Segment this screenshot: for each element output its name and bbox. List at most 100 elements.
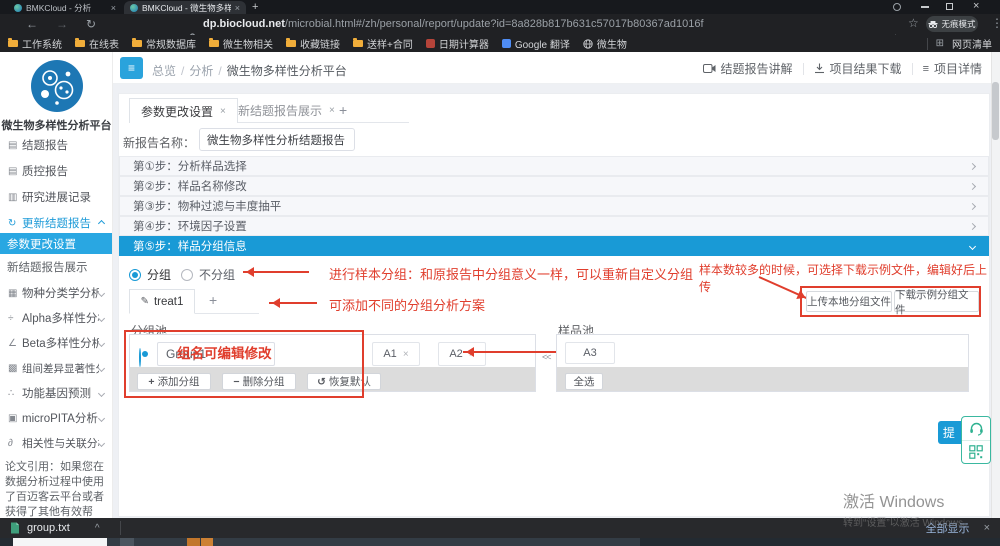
tab-close-icon[interactable]: × [111, 3, 116, 13]
sidebar-item-group-difference[interactable]: ▩组间差异显著性分析 [0, 356, 113, 380]
taskbar-app-button[interactable] [201, 538, 213, 546]
remove-icon[interactable]: × [403, 349, 409, 360]
sidebar-item-beta-diversity[interactable]: ∠Beta多样性分析 [0, 331, 113, 355]
url-text[interactable]: dp.biocloud.net/microbial.html#/zh/perso… [203, 18, 704, 30]
sidebar-item-progress-log[interactable]: ▥研究进展记录 [0, 185, 113, 209]
sidebar-item-taxonomy[interactable]: ▦物种分类学分析 [0, 281, 113, 305]
browser-tab-title: BMKCloud - 分析 [26, 2, 107, 14]
project-download-button[interactable]: 项目结果下载 [814, 60, 902, 77]
bookmark-item[interactable]: 收藏链接 [286, 36, 340, 51]
sidebar: 微生物多样性分析平台 ▤结题报告 ▤质控报告 ▥研究进展记录 ↻更新结题报告 参… [0, 52, 113, 518]
taskbar-app-button[interactable] [187, 538, 200, 546]
bookmark-item[interactable]: Google 翻译 [502, 36, 570, 51]
chevron-down-icon [98, 414, 105, 421]
customer-service-button[interactable] [962, 417, 990, 440]
sidebar-item-qc-report[interactable]: ▤质控报告 [0, 159, 113, 183]
reload-icon[interactable]: ↻ [86, 17, 96, 31]
floating-support-widget [961, 416, 991, 464]
select-all-button[interactable]: 全选 [565, 373, 603, 390]
step-5-grouping-info[interactable]: 第⑤步：样品分组信息 [119, 236, 989, 256]
folder-icon [132, 40, 142, 47]
downloaded-file-chip[interactable]: group.txt ^ [0, 518, 110, 538]
sidebar-item-update-report[interactable]: ↻更新结题报告 [0, 211, 113, 235]
settings-card: 参数更改设置× 新结题报告展示× + 新报告名称： 第①步：分析样品选择 第②步… [118, 93, 990, 517]
annotation-arrow [243, 271, 309, 273]
close-download-bar-icon[interactable]: × [984, 522, 990, 534]
new-tab-icon[interactable]: + [252, 1, 258, 13]
breadcrumb-overview[interactable]: 总览 [152, 64, 176, 78]
back-icon[interactable]: ← [26, 17, 38, 31]
incognito-badge[interactable]: 无痕模式 [926, 16, 978, 32]
chevron-down-icon [969, 242, 976, 249]
chevron-up-icon[interactable]: ^ [95, 523, 100, 534]
bookmark-item[interactable]: 微生物相关 [209, 36, 273, 51]
chevron-down-icon [98, 339, 105, 346]
breadcrumb: 总览/分析/微生物多样性分析平台 [152, 62, 347, 79]
sidebar-item-final-report[interactable]: ▤结题报告 [0, 133, 113, 157]
bookmark-item[interactable]: 送样+合同 [353, 36, 413, 51]
qr-code-button[interactable] [962, 440, 990, 463]
breadcrumb-analysis[interactable]: 分析 [189, 64, 213, 78]
window-maximize-button[interactable] [946, 3, 953, 10]
step-1-sample-select[interactable]: 第①步：分析样品选择 [119, 156, 989, 176]
nogroup-radio-option[interactable]: 不分组 [181, 266, 235, 283]
group-radio-option[interactable]: 分组 [129, 266, 171, 283]
sidebar-item-function-prediction[interactable]: ∴功能基因预测 [0, 381, 113, 405]
sample-tag-a1[interactable]: A1× [372, 342, 420, 366]
bookmark-item[interactable]: 常规数据库 [132, 36, 196, 51]
window-minimize-button[interactable] [921, 6, 929, 8]
upload-group-file-button[interactable]: 上传本地分组文件 [806, 291, 892, 312]
translate-icon [502, 39, 511, 48]
sidebar-subitem-parameter-settings[interactable]: 参数更改设置 [0, 233, 113, 254]
radio-selected-icon[interactable] [129, 269, 141, 281]
project-details-button[interactable]: ≡ 项目详情 [923, 60, 982, 77]
forward-icon[interactable]: → [56, 17, 68, 31]
scrollbar-thumb[interactable] [992, 82, 999, 140]
media-control-icon[interactable] [893, 3, 901, 11]
window-close-button[interactable]: × [973, 0, 979, 12]
bookmark-star-icon[interactable]: ☆ [908, 16, 919, 30]
tab-parameter-settings[interactable]: 参数更改设置× [129, 98, 238, 123]
tab-new-report-display[interactable]: 新结题报告展示× [227, 98, 346, 123]
edit-icon[interactable]: ✎ [141, 296, 149, 307]
chevron-right-icon [969, 182, 976, 189]
bookmark-item[interactable]: 日期计算器 [426, 36, 489, 51]
step-4-env-factor[interactable]: 第④步：环境因子设置 [119, 216, 989, 236]
download-example-file-button[interactable]: 下载示例分组文件 [894, 291, 979, 312]
folder-icon [8, 40, 18, 47]
scheme-tab-treat1[interactable]: ✎ treat1 [129, 289, 195, 314]
sidebar-item-correlation[interactable]: ∂相关性与关联分析 [0, 431, 113, 455]
step-2-sample-rename[interactable]: 第②步：样品名称修改 [119, 176, 989, 196]
browser-tab-2[interactable]: BMKCloud - 微生物多样性分析 × [124, 1, 246, 14]
close-icon[interactable]: × [220, 106, 226, 117]
step-3-filter-flatten[interactable]: 第③步：物种过滤与丰度抽平 [119, 196, 989, 216]
browser-tab-1[interactable]: BMKCloud - 分析 × [8, 1, 122, 14]
taskbar-app-button[interactable] [13, 538, 107, 546]
report-explain-button[interactable]: 结题报告讲解 [703, 60, 793, 77]
file-icon: ▤ [8, 166, 22, 177]
sidebar-item-micropita[interactable]: ▣microPITA分析 [0, 406, 113, 430]
card-tab-strip: 参数更改设置× 新结题报告展示× + [129, 98, 409, 123]
sample-tag-a3[interactable]: A3 [565, 342, 615, 364]
radio-icon[interactable] [181, 269, 193, 281]
sidebar-item-alpha-diversity[interactable]: ÷Alpha多样性分析 [0, 306, 113, 330]
taskbar-app-button[interactable] [120, 538, 134, 546]
collapse-handle[interactable]: << [542, 352, 551, 362]
chevron-down-icon [98, 439, 105, 446]
annotation-grouping: 进行样本分组：和原报告中分组意义一样，可以重新自定义分组 [329, 264, 693, 283]
browser-menu-icon[interactable]: ⋮ [991, 16, 1000, 30]
reading-list-button[interactable]: ⊞ 网页清单 [927, 36, 992, 51]
tab-close-icon[interactable]: × [235, 3, 240, 13]
bookmark-item[interactable]: 微生物 [583, 36, 627, 51]
page-header: ≡ 总览/分析/微生物多样性分析平台 结题报告讲解 项目结果下载 [113, 52, 1000, 84]
close-icon[interactable]: × [329, 105, 335, 116]
bookmark-item[interactable]: 工作系统 [8, 36, 62, 51]
collapse-menu-button[interactable]: ≡ [120, 57, 143, 79]
grid-icon: ⊞ [936, 38, 944, 49]
taskbar-segment [640, 538, 1000, 546]
bookmark-item[interactable]: 在线表 [75, 36, 119, 51]
add-tab-icon[interactable]: + [339, 102, 347, 118]
sidebar-subitem-new-report[interactable]: 新结题报告展示 [0, 257, 113, 277]
report-name-input[interactable] [199, 128, 355, 151]
add-scheme-icon[interactable]: + [209, 292, 217, 308]
